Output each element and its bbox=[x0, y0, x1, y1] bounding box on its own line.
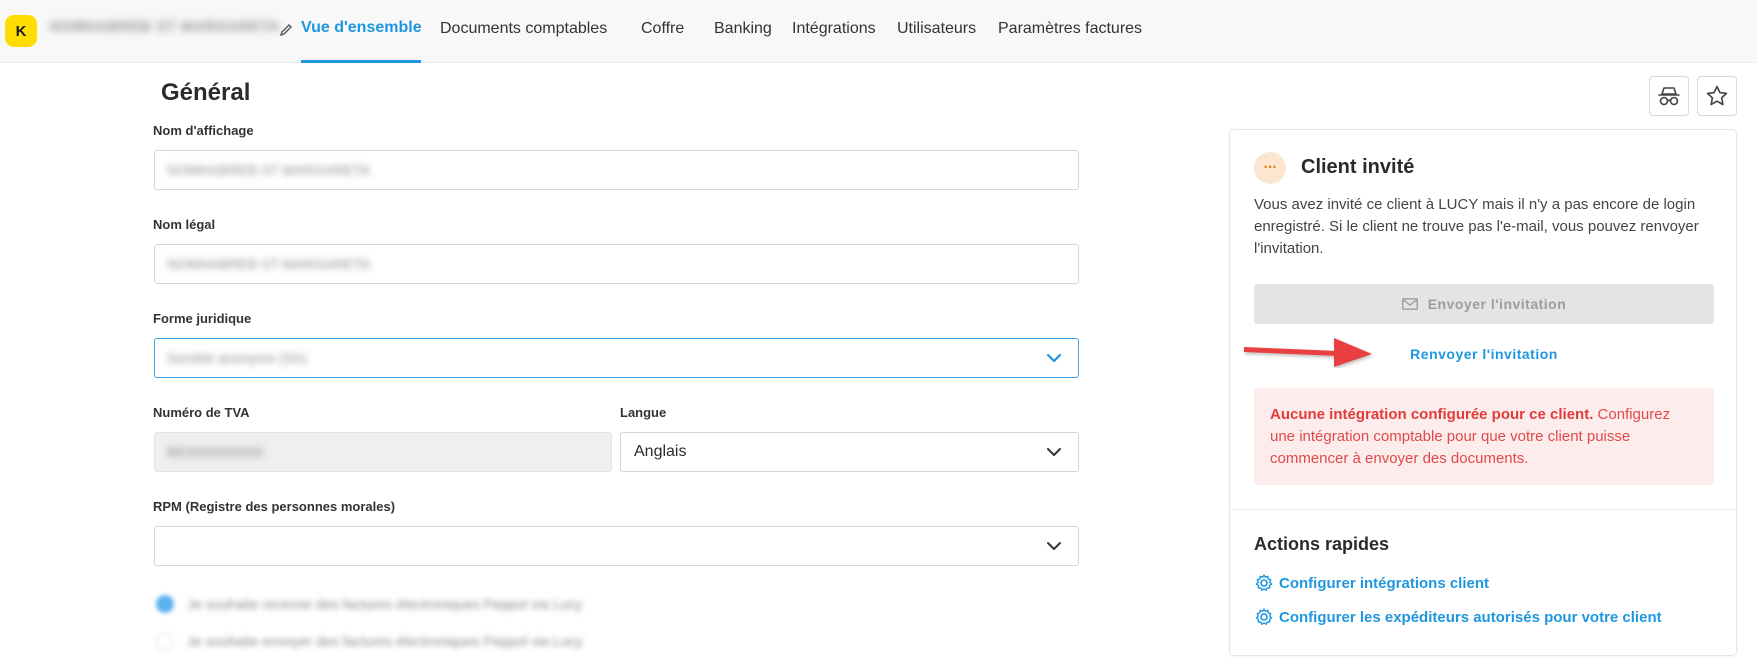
chevron-down-icon bbox=[1047, 542, 1061, 550]
no-integration-alert: Aucune intégration configurée pour ce cl… bbox=[1254, 388, 1714, 485]
favorite-button[interactable] bbox=[1697, 76, 1737, 116]
chevron-down-icon bbox=[1047, 448, 1061, 456]
receive-einvoices-label: Je souhaite recevoir des factures électr… bbox=[187, 596, 583, 612]
send-einvoices-checkbox[interactable] bbox=[156, 633, 174, 651]
display-name-value: NOMHABREB ST MARGARETA bbox=[167, 162, 371, 178]
rpm-select[interactable] bbox=[154, 526, 1079, 566]
incognito-icon bbox=[1658, 87, 1680, 106]
card-title: Client invité bbox=[1301, 156, 1415, 178]
quick-actions-title: Actions rapides bbox=[1254, 534, 1390, 554]
top-navigation-bar: K NOMHABREB ST MARGARETA Vue d'ensemble … bbox=[0, 0, 1757, 63]
legal-name-value: NOMHABREB ST MARGARETA bbox=[167, 256, 371, 272]
receive-einvoices-checkbox[interactable] bbox=[156, 595, 174, 613]
client-avatar[interactable]: K bbox=[5, 15, 37, 47]
configure-senders-label: Configurer les expéditeurs autorisés pou… bbox=[1279, 608, 1662, 626]
gear-icon bbox=[1255, 608, 1273, 625]
active-tab-indicator bbox=[301, 60, 421, 63]
legal-form-label: Forme juridique bbox=[153, 311, 252, 326]
tab-overview[interactable]: Vue d'ensemble bbox=[301, 19, 422, 37]
client-name[interactable]: NOMHABREB ST MARGARETA bbox=[50, 18, 280, 40]
legal-name-label: Nom légal bbox=[153, 217, 216, 232]
display-name-input[interactable]: NOMHABREB ST MARGARETA bbox=[154, 150, 1079, 190]
impersonate-button[interactable] bbox=[1649, 76, 1689, 116]
tab-accounting-documents[interactable]: Documents comptables bbox=[440, 20, 607, 38]
pending-status-icon: ··· bbox=[1254, 152, 1286, 184]
language-label: Langue bbox=[620, 405, 667, 420]
legal-form-select[interactable]: Société anonyme (SA) bbox=[154, 338, 1079, 378]
send-invitation-button[interactable]: Envoyer l'invitation bbox=[1254, 284, 1714, 324]
vat-label: Numéro de TVA bbox=[153, 405, 250, 420]
legal-form-value: Société anonyme (SA) bbox=[167, 350, 308, 366]
divider bbox=[1230, 509, 1738, 510]
send-invitation-label: Envoyer l'invitation bbox=[1427, 296, 1567, 312]
gear-icon bbox=[1255, 574, 1273, 591]
display-name-label: Nom d'affichage bbox=[153, 123, 254, 138]
card-description: Vous avez invité ce client à LUCY mais i… bbox=[1254, 196, 1699, 257]
vat-input: BE0000000000 bbox=[154, 432, 612, 472]
mail-icon bbox=[1401, 298, 1418, 310]
configure-senders-link[interactable]: Configurer les expéditeurs autorisés pou… bbox=[1254, 607, 1662, 627]
configure-integrations-link[interactable]: Configurer intégrations client bbox=[1254, 573, 1489, 593]
vat-value: BE0000000000 bbox=[167, 444, 264, 460]
configure-integrations-label: Configurer intégrations client bbox=[1279, 574, 1490, 592]
tab-banking[interactable]: Banking bbox=[714, 20, 772, 38]
annotation-arrow bbox=[1244, 338, 1372, 367]
tab-integrations[interactable]: Intégrations bbox=[792, 20, 876, 38]
alert-title: Aucune intégration configurée pour ce cl… bbox=[1270, 406, 1594, 423]
rpm-label: RPM (Registre des personnes morales) bbox=[153, 499, 396, 514]
send-einvoices-label: Je souhaite envoyer des factures électro… bbox=[187, 633, 583, 649]
client-status-card: ··· Client invité Vous avez invité ce cl… bbox=[1229, 129, 1738, 656]
tab-invoice-settings[interactable]: Paramètres factures bbox=[998, 20, 1142, 38]
chevron-down-icon bbox=[1046, 353, 1062, 363]
legal-name-input[interactable]: NOMHABREB ST MARGARETA bbox=[154, 244, 1079, 284]
tab-vault[interactable]: Coffre bbox=[641, 20, 684, 38]
section-title: Général bbox=[161, 79, 251, 106]
pencil-icon[interactable] bbox=[279, 23, 293, 37]
star-icon bbox=[1706, 85, 1728, 106]
language-value: Anglais bbox=[634, 443, 687, 460]
tab-users[interactable]: Utilisateurs bbox=[897, 20, 976, 38]
language-select[interactable]: Anglais bbox=[620, 432, 1079, 472]
